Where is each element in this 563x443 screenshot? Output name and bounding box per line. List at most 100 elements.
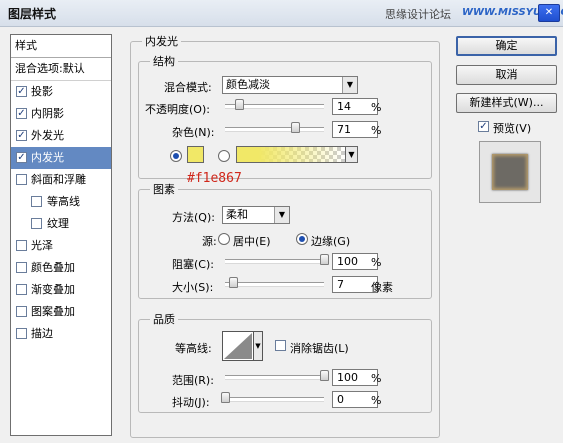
- elements-title: 图素: [150, 181, 178, 197]
- style-item[interactable]: 光泽: [11, 235, 111, 257]
- style-item-label: 图案叠加: [31, 305, 75, 318]
- style-item[interactable]: ✓ 内发光: [11, 147, 111, 169]
- style-item[interactable]: ✓ 内阴影: [11, 103, 111, 125]
- blend-mode-label: 混合模式:: [164, 81, 212, 94]
- style-checkbox[interactable]: [31, 218, 42, 229]
- style-item[interactable]: 颜色叠加: [11, 257, 111, 279]
- contour-icon[interactable]: [222, 331, 254, 361]
- style-item-label: 投影: [31, 85, 53, 98]
- chevron-down-icon: ▼: [274, 207, 289, 223]
- technique-select[interactable]: 柔和 ▼: [222, 206, 290, 224]
- style-checkbox[interactable]: [16, 328, 27, 339]
- anti-alias-checkbox[interactable]: [275, 340, 286, 351]
- opacity-slider-knob[interactable]: [234, 99, 244, 110]
- styles-list: 样式 混合选项:默认 ✓ 投影 ✓ 内阴影 ✓ 外发光 ✓ 内发光斜面和浮雕等高线纹理光泽颜色…: [10, 34, 112, 436]
- style-item-label: 内阴影: [31, 107, 64, 120]
- style-checkbox[interactable]: [16, 262, 27, 273]
- style-item-label: 描边: [31, 327, 53, 340]
- style-item-label: 外发光: [31, 129, 64, 142]
- jitter-slider-track[interactable]: [225, 397, 324, 402]
- inner-glow-title: 内发光: [142, 33, 181, 49]
- size-slider-track[interactable]: [225, 282, 324, 287]
- style-preview: [479, 141, 541, 203]
- style-item-label: 等高线: [47, 195, 80, 208]
- range-percent: %: [371, 372, 382, 385]
- title-bar: 图层样式 思缘设计论坛 WWW.MISSYUAN.COM ✕: [0, 0, 563, 27]
- noise-percent: %: [371, 124, 382, 137]
- range-slider-knob[interactable]: [320, 370, 329, 381]
- source-center-radio[interactable]: [218, 233, 230, 245]
- new-style-button[interactable]: 新建样式(W)...: [456, 93, 557, 113]
- source-center-label[interactable]: 居中(E): [233, 233, 271, 249]
- style-checkbox[interactable]: [16, 306, 27, 317]
- technique-value: 柔和: [226, 208, 248, 221]
- color-radio[interactable]: [170, 150, 182, 162]
- size-unit: 像素: [371, 281, 393, 294]
- style-item[interactable]: 渐变叠加: [11, 279, 111, 301]
- blend-mode-value: 颜色减淡: [226, 78, 270, 91]
- gradient-picker[interactable]: [236, 146, 346, 163]
- size-label: 大小(S):: [172, 281, 214, 294]
- style-item[interactable]: 图案叠加: [11, 301, 111, 323]
- size-slider-knob[interactable]: [229, 277, 238, 288]
- blend-options-label: 混合选项:默认: [15, 62, 85, 75]
- technique-label: 方法(Q):: [172, 211, 215, 224]
- source-edge-label[interactable]: 边缘(G): [311, 233, 350, 249]
- blend-options-item[interactable]: 混合选项:默认: [11, 58, 111, 81]
- style-item[interactable]: 等高线: [11, 191, 111, 213]
- style-checkbox[interactable]: ✓: [16, 152, 27, 163]
- style-item-label: 颜色叠加: [31, 261, 75, 274]
- source-edge-radio[interactable]: [296, 233, 308, 245]
- contour-chevron-down-icon[interactable]: ▼: [253, 331, 263, 361]
- preview-swatch: [492, 154, 528, 190]
- style-checkbox[interactable]: ✓: [16, 108, 27, 119]
- choke-label: 阻塞(C):: [172, 258, 214, 271]
- style-checkbox[interactable]: [16, 174, 27, 185]
- style-item[interactable]: ✓ 外发光: [11, 125, 111, 147]
- structure-title: 结构: [150, 53, 178, 69]
- style-item-label: 渐变叠加: [31, 283, 75, 296]
- gradient-dropdown-chevron-down-icon[interactable]: ▼: [345, 146, 358, 163]
- style-item[interactable]: 纹理: [11, 213, 111, 235]
- gradient-radio[interactable]: [218, 150, 230, 162]
- quality-title: 品质: [150, 311, 178, 327]
- noise-slider-knob[interactable]: [291, 122, 301, 133]
- choke-slider-track[interactable]: [225, 259, 324, 264]
- range-slider-track[interactable]: [225, 375, 324, 380]
- blend-mode-select[interactable]: 颜色减淡 ▼: [222, 76, 358, 94]
- style-item-label: 纹理: [47, 217, 69, 230]
- source-label: 源:: [202, 235, 217, 248]
- color-annotation: #f1e867: [187, 171, 242, 186]
- choke-slider-knob[interactable]: [320, 254, 329, 265]
- preview-checkbox[interactable]: ✓: [478, 121, 489, 132]
- jitter-label: 抖动(J):: [172, 396, 210, 409]
- style-checkbox[interactable]: ✓: [16, 130, 27, 141]
- window-title: 图层样式: [8, 7, 57, 21]
- cancel-button[interactable]: 取消: [456, 65, 557, 85]
- jitter-slider-knob[interactable]: [221, 392, 230, 403]
- style-item-label: 光泽: [31, 239, 53, 252]
- close-button[interactable]: ✕: [538, 4, 560, 22]
- jitter-percent: %: [371, 394, 382, 407]
- choke-percent: %: [371, 256, 382, 269]
- style-item[interactable]: 描边: [11, 323, 111, 345]
- glow-color-swatch[interactable]: [187, 146, 204, 163]
- style-item[interactable]: ✓ 投影: [11, 81, 111, 103]
- range-label: 范围(R):: [172, 374, 214, 387]
- noise-label: 杂色(N):: [172, 126, 215, 139]
- styles-header[interactable]: 样式: [11, 35, 111, 58]
- preview-label[interactable]: 预览(V): [493, 120, 531, 136]
- style-item[interactable]: 斜面和浮雕: [11, 169, 111, 191]
- chevron-down-icon: ▼: [342, 77, 357, 93]
- contour-label: 等高线:: [175, 342, 212, 355]
- style-checkbox[interactable]: [31, 196, 42, 207]
- style-item-label: 斜面和浮雕: [31, 173, 86, 186]
- style-checkbox[interactable]: ✓: [16, 86, 27, 97]
- watermark-text: 思缘设计论坛: [385, 8, 451, 21]
- style-checkbox[interactable]: [16, 240, 27, 251]
- anti-alias-label[interactable]: 消除锯齿(L): [290, 340, 349, 356]
- opacity-label: 不透明度(O):: [145, 103, 210, 116]
- ok-button[interactable]: 确定: [456, 36, 557, 56]
- style-checkbox[interactable]: [16, 284, 27, 295]
- noise-slider-track[interactable]: [225, 127, 324, 132]
